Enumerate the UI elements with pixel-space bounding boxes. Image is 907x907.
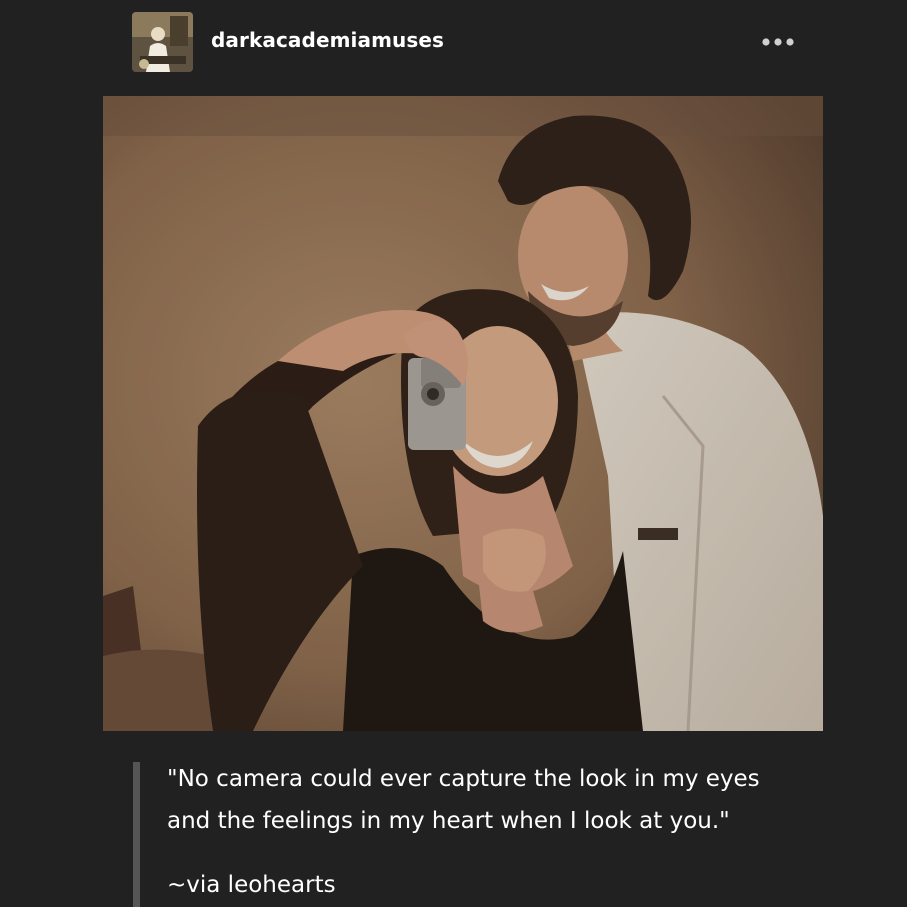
post-photo[interactable]: [103, 96, 823, 731]
blog-username[interactable]: darkacademiamuses: [211, 28, 444, 52]
post-quote: "No camera could ever capture the look i…: [133, 760, 833, 907]
more-options-button[interactable]: [756, 28, 800, 56]
quote-line-1: "No camera could ever capture the look i…: [167, 766, 760, 792]
post-card: darkacademiamuses "No camera could ever …: [0, 0, 907, 907]
avatar-image: [132, 12, 193, 72]
couple-mirror-selfie-image: [103, 96, 823, 731]
blog-avatar[interactable]: [132, 12, 193, 72]
ellipsis-icon: [762, 38, 794, 46]
quote-line-2: and the feelings in my heart when I look…: [167, 808, 730, 834]
quote-attribution: ~via leohearts: [167, 872, 336, 898]
quote-bar: [133, 762, 140, 907]
